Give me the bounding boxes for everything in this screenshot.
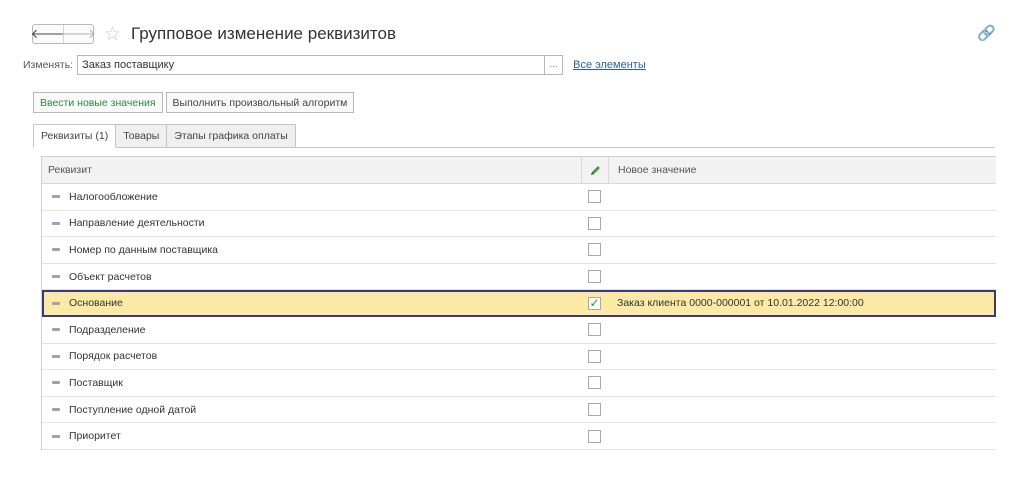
- enter-new-values-button[interactable]: Ввести новые значения: [33, 92, 163, 113]
- table-row[interactable]: Приоритет: [42, 423, 996, 450]
- attributes-table: Реквизит Новое значение Налогообложение Н…: [41, 156, 996, 450]
- attribute-icon: [52, 221, 60, 225]
- attribute-label: Порядок расчетов: [69, 350, 158, 363]
- arrow-right-icon: 🡒: [61, 26, 96, 41]
- change-checkbox[interactable]: [588, 429, 601, 443]
- change-label: Изменять:: [23, 59, 74, 71]
- attribute-label: Приоритет: [69, 430, 121, 443]
- navigation-buttons: 🡐 🡒: [31, 24, 96, 44]
- table-row[interactable]: Поступление одной датой: [42, 397, 996, 424]
- column-header-new-value[interactable]: Новое значение: [608, 157, 996, 183]
- tab-bar: Реквизиты (1) Товары Этапы графика оплат…: [33, 124, 296, 148]
- attribute-cell: Приоритет: [42, 423, 581, 449]
- change-checkbox[interactable]: [588, 190, 601, 204]
- change-flag-cell: ✓: [581, 290, 608, 316]
- new-value-cell[interactable]: Заказ клиента 0000-000001 от 10.01.2022 …: [608, 290, 996, 316]
- attribute-label: Объект расчетов: [69, 270, 152, 283]
- attribute-label: Поставщик: [69, 376, 123, 389]
- column-header-edit[interactable]: [581, 157, 608, 183]
- attribute-label: Поступление одной датой: [69, 403, 197, 416]
- change-checkbox[interactable]: [588, 216, 601, 230]
- new-value-cell[interactable]: [608, 423, 996, 449]
- attribute-label: Основание: [69, 297, 123, 310]
- run-algorithm-button[interactable]: Выполнить произвольный алгоритм: [165, 92, 355, 113]
- table-row[interactable]: Подразделение: [42, 317, 996, 344]
- change-flag-cell: [581, 344, 608, 370]
- change-checkbox[interactable]: [588, 376, 601, 390]
- attribute-cell: Номер по данным поставщика: [42, 237, 581, 263]
- attribute-icon: [52, 354, 60, 358]
- change-checkbox[interactable]: [588, 270, 601, 284]
- star-icon[interactable]: ☆: [104, 25, 121, 44]
- change-checkbox[interactable]: [588, 349, 601, 363]
- attribute-icon: [52, 248, 60, 252]
- attribute-icon: [52, 434, 60, 438]
- action-buttons: Ввести новые значения Выполнить произвол…: [33, 92, 355, 113]
- change-flag-cell: [581, 211, 608, 237]
- table-row[interactable]: Поставщик: [42, 370, 996, 397]
- new-value-cell[interactable]: [608, 397, 996, 423]
- new-value-cell[interactable]: [608, 317, 996, 343]
- change-checkbox[interactable]: [588, 243, 601, 257]
- new-value-cell[interactable]: [608, 370, 996, 396]
- window-header: 🡐 🡒 ☆ Групповое изменение реквизитов: [31, 22, 396, 46]
- attribute-cell: Объект расчетов: [42, 264, 581, 290]
- tabs-divider: [33, 147, 995, 148]
- change-flag-cell: [581, 184, 608, 210]
- tab-payment-stages[interactable]: Этапы графика оплаты: [166, 124, 296, 148]
- change-checkbox[interactable]: ✓: [588, 296, 601, 310]
- tab-goods[interactable]: Товары: [115, 124, 168, 148]
- change-checkbox[interactable]: [588, 323, 601, 337]
- attribute-label: Подразделение: [69, 323, 146, 336]
- attribute-cell: Основание: [42, 290, 581, 316]
- attribute-icon: [52, 328, 60, 332]
- table-row[interactable]: Налогообложение: [42, 184, 996, 211]
- change-flag-cell: [581, 264, 608, 290]
- change-flag-cell: [581, 237, 608, 263]
- table-header: Реквизит Новое значение: [42, 157, 996, 184]
- attribute-cell: Подразделение: [42, 317, 581, 343]
- change-flag-cell: [581, 397, 608, 423]
- change-target-field[interactable]: Заказ поставщику: [77, 55, 546, 75]
- new-value-cell[interactable]: [608, 264, 996, 290]
- link-icon[interactable]: 🔗: [977, 24, 996, 42]
- table-body: Налогообложение Направление деятельности Н…: [42, 184, 996, 450]
- table-row[interactable]: Номер по данным поставщика: [42, 237, 996, 264]
- attribute-cell: Направление деятельности: [42, 211, 581, 237]
- table-row[interactable]: Порядок расчетов: [42, 344, 996, 371]
- table-row[interactable]: Направление деятельности: [42, 211, 996, 238]
- pencil-icon: [590, 165, 600, 175]
- attribute-label: Направление деятельности: [69, 217, 205, 230]
- new-value-cell[interactable]: [608, 184, 996, 210]
- attribute-cell: Поступление одной датой: [42, 397, 581, 423]
- table-row[interactable]: Основание ✓ Заказ клиента 0000-000001 от 1…: [42, 290, 996, 317]
- change-flag-cell: [581, 317, 608, 343]
- new-value-cell[interactable]: [608, 344, 996, 370]
- attribute-icon: [52, 275, 60, 279]
- change-flag-cell: [581, 423, 608, 449]
- new-value-cell[interactable]: [608, 211, 996, 237]
- change-checkbox[interactable]: [588, 403, 601, 417]
- change-target-row: Изменять: Заказ поставщику ... Все элеме…: [23, 54, 646, 76]
- choose-button[interactable]: ...: [545, 55, 564, 75]
- all-elements-link[interactable]: Все элементы: [573, 59, 646, 71]
- attribute-label: Налогообложение: [69, 190, 158, 203]
- column-header-attribute[interactable]: Реквизит: [42, 157, 581, 183]
- forward-button[interactable]: 🡒: [61, 25, 96, 43]
- attribute-cell: Налогообложение: [42, 184, 581, 210]
- new-value-cell[interactable]: [608, 237, 996, 263]
- attribute-icon: [52, 381, 60, 385]
- attribute-cell: Поставщик: [42, 370, 581, 396]
- attribute-label: Номер по данным поставщика: [69, 243, 218, 256]
- group-edit-window: 🡐 🡒 ☆ Групповое изменение реквизитов 🔗 И…: [0, 0, 1024, 479]
- tab-attributes[interactable]: Реквизиты (1): [33, 124, 117, 148]
- attribute-icon: [52, 301, 60, 305]
- back-button[interactable]: 🡐: [31, 25, 66, 43]
- attribute-cell: Порядок расчетов: [42, 344, 581, 370]
- change-flag-cell: [581, 370, 608, 396]
- attribute-icon: [52, 195, 60, 199]
- page-title: Групповое изменение реквизитов: [131, 24, 396, 43]
- table-row[interactable]: Объект расчетов: [42, 264, 996, 291]
- attribute-icon: [52, 408, 60, 412]
